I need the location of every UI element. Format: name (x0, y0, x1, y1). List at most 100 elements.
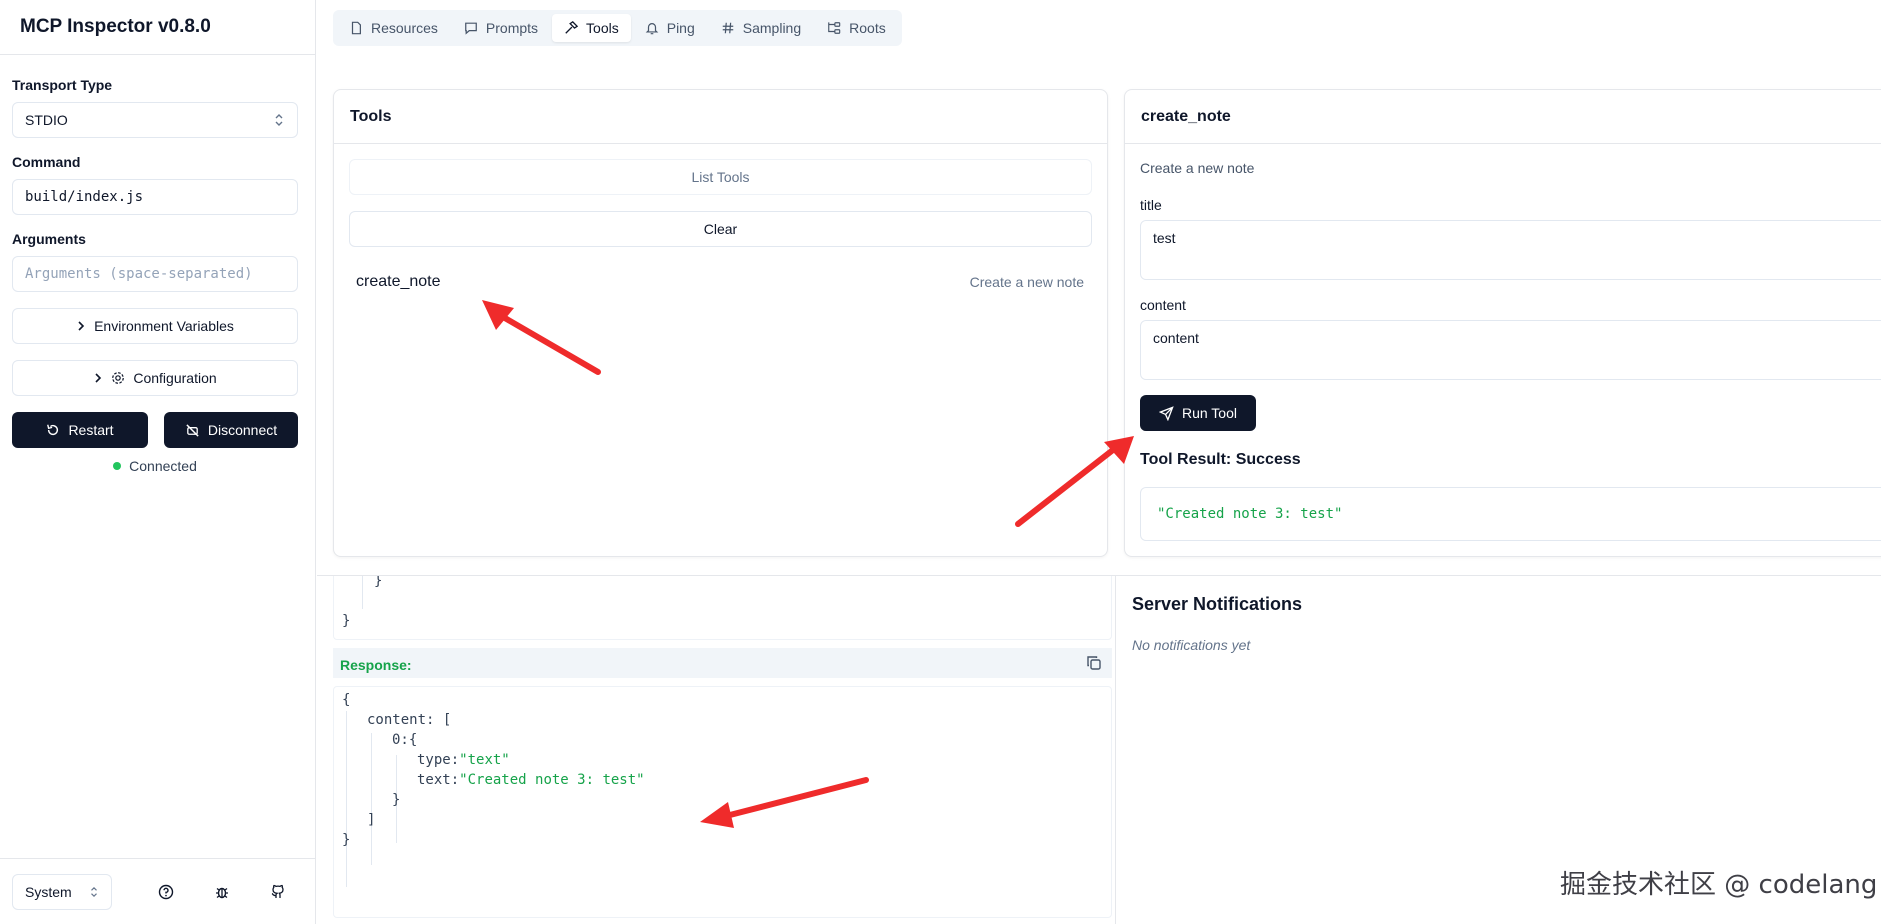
github-icon (271, 884, 284, 898)
notifications-empty-text: No notifications yet (1132, 637, 1251, 653)
watermark: 掘金技术社区 @ codelang (1560, 870, 1878, 900)
status-text: Connected (129, 458, 197, 474)
panel-splitter[interactable] (1115, 576, 1116, 924)
status-dot (113, 462, 122, 470)
copy-icon[interactable] (1086, 655, 1102, 671)
code-bracket: ] (367, 812, 376, 828)
code-key: 0: (392, 732, 409, 748)
tab-roots[interactable]: Roots (815, 14, 898, 42)
response-code-block: { content: [ 0:{ type:"text" text:"Creat… (333, 686, 1112, 918)
list-tools-button[interactable]: List Tools (349, 159, 1092, 195)
tab-label: Resources (371, 20, 438, 36)
code-bracket: [ (442, 712, 452, 728)
transport-type-value: STDIO (25, 112, 68, 128)
code-brace: { (408, 732, 418, 748)
content-textarea[interactable]: content (1140, 320, 1881, 380)
history-panel: } } { content: [ 0:{ type:"text" text:"C… (317, 576, 1115, 924)
tab-ping[interactable]: Ping (633, 14, 707, 42)
code-brace: } (374, 576, 383, 589)
unplug-icon (186, 423, 199, 437)
gear-icon (112, 372, 125, 384)
command-input[interactable]: build/index.js (12, 179, 298, 215)
transport-type-label: Transport Type (12, 77, 113, 93)
tab-label: Ping (666, 20, 695, 36)
chevron-right-icon (78, 321, 85, 331)
tools-panel: Tools List Tools Clear create_note Creat… (333, 89, 1108, 557)
tools-panel-title: Tools (334, 90, 1107, 144)
code-key: type: (417, 752, 460, 768)
help-circle-icon (158, 884, 174, 899)
code-brace: } (342, 832, 351, 848)
bell-icon (645, 23, 659, 35)
title-field-label: title (1140, 197, 1162, 213)
restart-button[interactable]: Restart (12, 412, 148, 448)
chevron-up-down-icon (275, 114, 283, 126)
code-brace: { (342, 692, 351, 708)
code-string: "Created note 3: test" (459, 772, 645, 788)
tab-resources[interactable]: Resources (337, 14, 450, 42)
connection-status: Connected (12, 458, 298, 474)
tab-tools[interactable]: Tools (552, 14, 631, 42)
tool-description: Create a new note (969, 274, 1084, 290)
run-tool-button[interactable]: Run Tool (1140, 395, 1256, 431)
bug-icon (216, 887, 228, 898)
transport-type-select[interactable]: STDIO (12, 102, 298, 138)
tool-detail-panel: create_note Create a new note title test… (1124, 89, 1881, 557)
tool-detail-title: create_note (1125, 90, 1881, 144)
code-string: "text" (459, 752, 510, 768)
app-title: MCP Inspector v0.8.0 (20, 16, 211, 37)
run-tool-label: Run Tool (1181, 405, 1237, 421)
tool-detail-description: Create a new note (1140, 160, 1255, 176)
file-icon (351, 21, 361, 35)
arguments-label: Arguments (12, 231, 86, 247)
clear-button[interactable]: Clear (349, 211, 1092, 247)
response-label: Response: (340, 657, 412, 673)
folder-tree-icon (828, 22, 841, 34)
restart-label: Restart (68, 422, 114, 438)
send-icon (1158, 405, 1174, 421)
theme-value: System (25, 883, 72, 900)
tab-prompts[interactable]: Prompts (452, 14, 550, 42)
code-key: text: (417, 772, 460, 788)
tab-label: Prompts (485, 20, 539, 36)
environment-variables-button[interactable]: Environment Variables (12, 308, 298, 344)
request-code-block: } } (333, 576, 1112, 640)
tab-sampling[interactable]: Sampling (709, 14, 813, 42)
environment-variables-label: Environment Variables (94, 318, 234, 334)
help-button[interactable] (148, 874, 184, 910)
theme-select[interactable]: System (12, 873, 112, 910)
message-icon (465, 22, 477, 35)
bug-report-button[interactable] (204, 874, 240, 910)
tool-result-value: "Created note 3: test" (1140, 487, 1881, 541)
configuration-label: Configuration (133, 370, 217, 386)
sidebar: MCP Inspector v0.8.0 Transport Type STDI… (0, 0, 316, 924)
restart-icon (47, 424, 59, 436)
chevron-right-icon (95, 373, 102, 383)
command-label: Command (12, 154, 81, 170)
code-key: content: (367, 712, 435, 728)
title-textarea[interactable]: test (1140, 220, 1881, 280)
tab-label: Roots (849, 20, 886, 36)
tool-name: create_note (356, 273, 441, 290)
arguments-input[interactable]: Arguments (space-separated) (12, 256, 298, 292)
hammer-icon (565, 21, 579, 34)
command-value: build/index.js (25, 189, 144, 205)
code-brace: } (392, 792, 401, 808)
github-button[interactable] (260, 874, 296, 910)
tool-result-title: Tool Result: Success (1140, 451, 1301, 468)
tool-list-item[interactable]: create_note Create a new note (356, 273, 1084, 291)
sidebar-header: MCP Inspector v0.8.0 (0, 0, 315, 55)
disconnect-button[interactable]: Disconnect (164, 412, 298, 448)
sidebar-footer: System (0, 858, 316, 924)
response-header (333, 648, 1112, 678)
configuration-button[interactable]: Configuration (12, 360, 298, 396)
code-brace: } (342, 613, 351, 629)
server-notifications-title: Server Notifications (1132, 594, 1303, 614)
hash-icon (722, 22, 734, 34)
tab-label: Tools (586, 20, 619, 36)
disconnect-label: Disconnect (207, 422, 278, 438)
content-field-label: content (1140, 297, 1186, 313)
chevron-up-down-icon (91, 886, 97, 897)
main-tabs: Resources Prompts Tools Ping Sampling Ro… (333, 10, 902, 46)
tab-label: Sampling (742, 20, 802, 36)
